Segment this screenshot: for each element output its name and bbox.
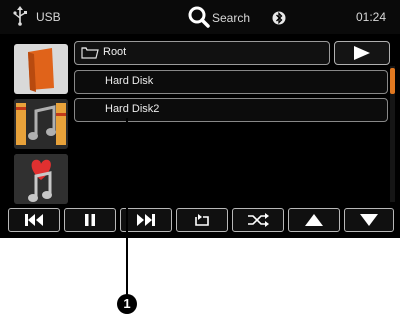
play-button[interactable]: [334, 41, 390, 65]
folder-icon: [14, 44, 68, 94]
scrollbar-thumb[interactable]: [390, 68, 395, 94]
arrow-up-icon: [305, 214, 323, 226]
infotainment-screen: USB Search 01:24 Root Hard Disk Hard Dis…: [0, 0, 400, 238]
list-item-label: Hard Disk: [105, 75, 154, 87]
current-folder-path[interactable]: Root: [74, 41, 330, 65]
status-bar: USB Search 01:24: [0, 0, 400, 34]
pause-icon: [85, 214, 95, 226]
repeat-button[interactable]: [176, 208, 228, 232]
search-icon[interactable]: [188, 5, 210, 29]
folder-view-thumbnail[interactable]: [14, 44, 68, 94]
music-note-icon: [14, 99, 68, 149]
clock: 01:24: [356, 10, 387, 24]
shuffle-button[interactable]: [232, 208, 284, 232]
scroll-up-button[interactable]: [288, 208, 340, 232]
usb-icon: [13, 6, 27, 26]
callout-leader-line: [126, 118, 128, 298]
folder-outline-icon: [81, 47, 99, 59]
previous-track-icon: [25, 214, 43, 226]
scroll-down-button[interactable]: [344, 208, 394, 232]
arrow-down-icon: [360, 214, 378, 226]
path-label: Root: [103, 46, 127, 58]
bluetooth-icon: [272, 11, 286, 25]
pause-button[interactable]: [64, 208, 116, 232]
music-library-thumbnail[interactable]: [14, 99, 68, 149]
list-item[interactable]: Hard Disk: [74, 70, 388, 94]
previous-track-button[interactable]: [8, 208, 60, 232]
heart-music-icon: [14, 154, 68, 204]
search-label[interactable]: Search: [212, 11, 250, 25]
source-label: USB: [36, 10, 61, 24]
callout-marker: 1: [117, 294, 137, 314]
list-item-label: Hard Disk2: [105, 103, 160, 115]
shuffle-icon: [248, 213, 269, 227]
repeat-icon: [195, 214, 209, 226]
favorites-thumbnail[interactable]: [14, 154, 68, 204]
play-icon: [354, 46, 370, 60]
list-item[interactable]: Hard Disk2: [74, 98, 388, 122]
next-track-icon: [137, 214, 155, 226]
playback-controls: [8, 208, 394, 232]
